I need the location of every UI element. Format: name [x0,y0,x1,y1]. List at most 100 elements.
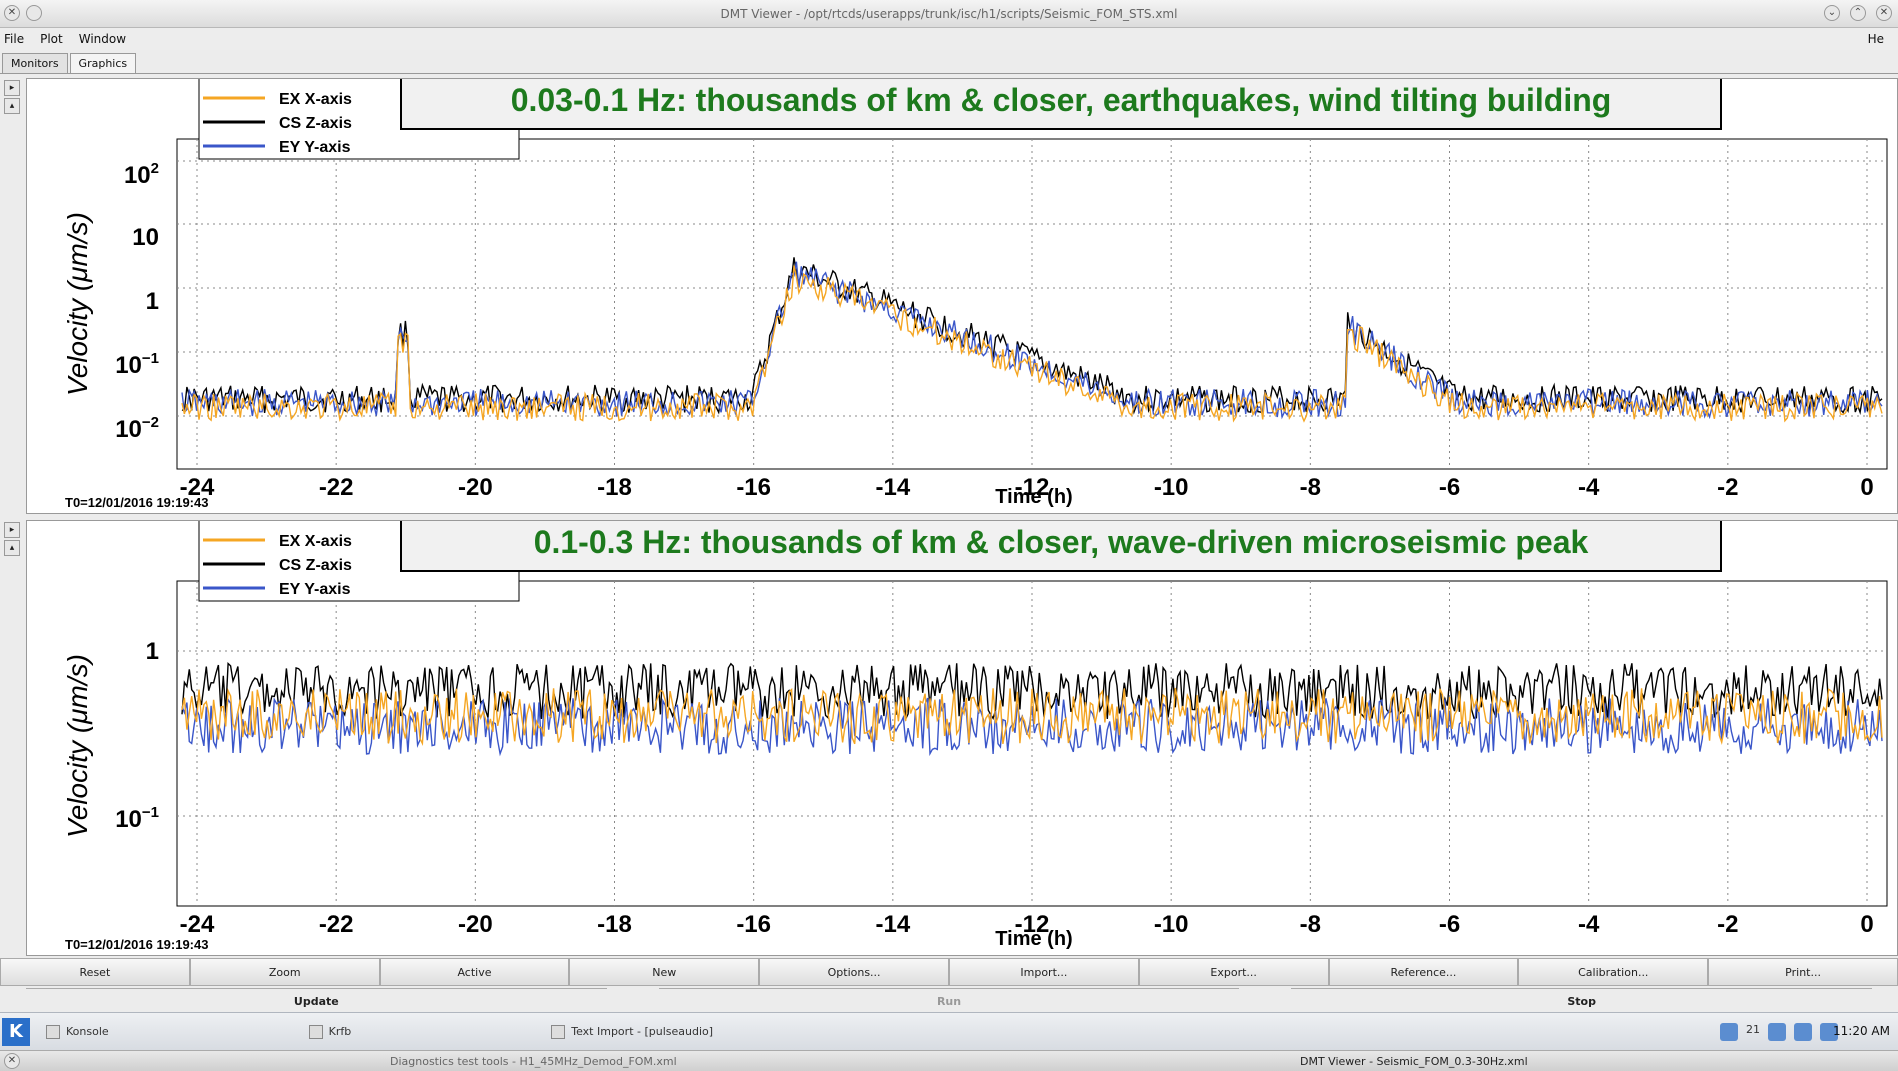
close-icon[interactable]: ✕ [1876,5,1892,21]
xtick-label: -16 [736,474,771,501]
tray-badge: 21 [1746,1023,1760,1036]
ytick-label: 102 [124,160,159,189]
krfb-icon [308,1024,323,1039]
plot1-yticks: 102 10 1 10−1 10−2 [115,160,159,443]
app-menu-icon[interactable]: ✕ [4,5,20,21]
stop-button[interactable]: Stop [1291,988,1873,1008]
taskbar: K Konsole Krfb Text Import - [pulseaudio… [0,1012,1898,1050]
xtick-label: -20 [458,911,493,938]
taskbar-item[interactable]: Krfb [308,1024,352,1039]
print-button[interactable]: Print... [1708,958,1898,986]
network-icon[interactable] [1720,1023,1738,1041]
xtick-label: -22 [319,474,354,501]
tab-graphics[interactable]: Graphics [69,53,137,73]
task-label: Text Import - [pulseaudio] [571,1025,714,1038]
minimize-icon[interactable]: ⌄ [1824,5,1840,21]
plot-toolbar: Reset Zoom Active New Options... Import.… [0,958,1898,986]
plot1-svg: 102 10 1 10−1 10−2 -24 -22 -20 -18 -16 -14 -12… [62,79,1888,510]
menu-window[interactable]: Window [79,32,126,46]
xtick-label: -8 [1300,474,1321,501]
banner-text: 0.03-0.1 Hz: thousands of km & closer, e… [511,82,1612,118]
taskbar-item[interactable]: Konsole [46,1024,109,1039]
dmt-viewer-app: ✕ DMT Viewer - /opt/rtcds/userapps/trunk… [0,0,1898,1071]
menu-file[interactable]: File [4,32,24,46]
window-title-dmt: DMT Viewer - Seismic_FOM_0.3-30Hz.xml [1300,1055,1528,1068]
plot-pad-1[interactable]: 102 10 1 10−1 10−2 -24 -22 -20 -18 -16 -14 -12… [26,78,1898,514]
menu-plot[interactable]: Plot [40,32,63,46]
titlebar-left-controls: ✕ [4,5,42,21]
plot1-xlabel: Time (h) [995,486,1072,508]
update-button[interactable]: Update [26,988,607,1008]
volume-icon[interactable] [1794,1023,1812,1041]
plot2-xlabel: Time (h) [995,928,1072,950]
clock[interactable]: 11:20 AM [1833,1024,1890,1038]
legend-label-ex: EX X-axis [279,91,352,108]
task-label: Konsole [66,1025,109,1038]
maximize-icon[interactable]: ⌃ [1850,5,1866,21]
kde-menu-icon[interactable]: K [2,1017,30,1046]
plot2-ylabel: Velocity (μm/s) [62,654,93,838]
window-title: DMT Viewer - /opt/rtcds/userapps/trunk/i… [720,6,1178,21]
xtick-label: -8 [1300,911,1321,938]
zoom-button[interactable]: Zoom [189,958,380,986]
x-icon [551,1024,566,1039]
ytick-label: 1 [146,638,159,665]
xtick-label: -20 [458,474,493,501]
plot1-ylabel: Velocity (μm/s) [62,212,93,396]
calibration-button[interactable]: Calibration... [1518,958,1709,986]
xtick-label: -18 [597,911,632,938]
titlebar-right-controls: ⌄ ⌃ ✕ [1824,5,1892,21]
task-label: Krfb [328,1025,352,1038]
plot-pad-2[interactable]: 1 10−1 -24 -22 -20 -18 -16 -14 -12 -10 -8 -6 -4 -2 0… [26,520,1898,956]
export-button[interactable]: Export... [1138,958,1329,986]
legend-label-ey: EY Y-axis [279,581,351,598]
plot2-t0: T0=12/01/2016 19:19:43 [65,937,208,952]
xtick-label: -22 [319,911,354,938]
import-button[interactable]: Import... [948,958,1139,986]
plot1-t0: T0=12/01/2016 19:19:43 [65,495,208,510]
xtick-label: -16 [736,911,771,938]
x-icon[interactable]: ✕ [4,1053,20,1069]
xtick-label: 0 [1860,911,1873,938]
menubar: File Plot Window He [0,28,1898,50]
reference-button[interactable]: Reference... [1328,958,1519,986]
xtick-label: -10 [1154,474,1189,501]
arrow-up-icon[interactable]: ▴ [4,98,20,114]
arrow-right-icon[interactable]: ▸ [4,522,20,538]
new-button[interactable]: New [569,958,760,986]
xtick-label: -10 [1154,911,1189,938]
menu-help[interactable]: He [1868,32,1884,46]
legend-label-ey: EY Y-axis [279,139,351,156]
run-button[interactable]: Run [658,988,1240,1008]
window-titlebar: ✕ DMT Viewer - /opt/rtcds/userapps/trunk… [0,0,1898,28]
system-tray: 21 [1720,1023,1838,1041]
plot2-pad-arrows: ▸ ▴ [4,522,22,558]
reset-button[interactable]: Reset [0,958,190,986]
plot2-svg: 1 10−1 -24 -22 -20 -18 -16 -14 -12 -10 -8 -6 -4 -2 0… [62,521,1888,952]
bottom-window-bar: ✕ Diagnostics test tools - H1_45MHz_Demo… [0,1050,1898,1071]
taskbar-item[interactable]: Text Import - [pulseaudio] [551,1024,714,1039]
window-title-diagnostics: Diagnostics test tools - H1_45MHz_Demod_… [390,1055,677,1068]
plot1-banner: 0.03-0.1 Hz: thousands of km & closer, e… [400,79,1722,130]
xtick-label: -14 [875,911,910,938]
legend-label-ex: EX X-axis [279,533,352,550]
konsole-icon [46,1024,60,1039]
ytick-label: 10 [132,224,159,251]
xtick-label: -18 [597,474,632,501]
xtick-label: -6 [1439,911,1460,938]
legend-label-cs: CS Z-axis [279,115,352,132]
ytick-label: 10−1 [115,804,159,833]
ytick-label: 10−1 [115,350,159,379]
tab-monitors[interactable]: Monitors [2,53,68,73]
arrow-right-icon[interactable]: ▸ [4,80,20,96]
xtick-label: -24 [180,911,215,938]
active-button[interactable]: Active [379,958,570,986]
control-toolbar: Update Run Stop [0,988,1898,1008]
xtick-label: -14 [875,474,910,501]
pin-icon[interactable] [26,5,42,21]
legend-label-cs: CS Z-axis [279,557,352,574]
options-button[interactable]: Options... [759,958,949,986]
xtick-label: -2 [1717,911,1738,938]
arrow-up-icon[interactable]: ▴ [4,540,20,556]
update-icon[interactable] [1768,1023,1786,1041]
